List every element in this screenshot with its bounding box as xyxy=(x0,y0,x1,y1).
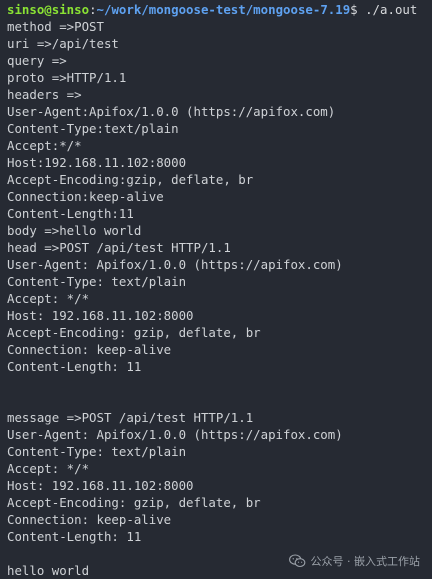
output-line xyxy=(7,392,343,409)
wechat-icon xyxy=(288,554,306,568)
output-line: method =>POST xyxy=(7,19,104,34)
prompt-command: ./a.out xyxy=(357,2,418,17)
output-line: Host: 192.168.11.102:8000 xyxy=(7,308,194,323)
output-line: Accept-Encoding:gzip, deflate, br xyxy=(7,172,254,187)
output-line: Content-Length:11 xyxy=(7,206,134,221)
output-line: Accept-Encoding: gzip, deflate, br xyxy=(7,325,261,340)
output-line: query => xyxy=(7,53,67,68)
output-line: Connection: keep-alive xyxy=(7,342,172,357)
output-line: proto =>HTTP/1.1 xyxy=(7,70,127,85)
output-line: Connection: keep-alive xyxy=(7,512,172,527)
prompt-path: ~/work/mongoose-test/mongoose-7.19 xyxy=(96,2,351,17)
output-line: head =>POST /api/test HTTP/1.1 xyxy=(7,240,231,255)
output-line: Content-Length: 11 xyxy=(7,359,142,374)
watermark-text: 公众号 · 嵌入式工作站 xyxy=(310,555,421,568)
output-line: Content-Type:text/plain xyxy=(7,121,179,136)
output-line: uri =>/api/test xyxy=(7,36,119,51)
output-line: Accept: */* xyxy=(7,461,90,476)
output-line: Host: 192.168.11.102:8000 xyxy=(7,478,194,493)
output-line: Accept-Encoding: gzip, deflate, br xyxy=(7,495,261,510)
output-line: Content-Length: 11 xyxy=(7,529,142,544)
output-line: body =>hello world xyxy=(7,223,142,238)
output-line: Connection:keep-alive xyxy=(7,189,164,204)
watermark: 公众号 · 嵌入式工作站 xyxy=(288,552,421,570)
output-line: User-Agent: Apifox/1.0.0 (https://apifox… xyxy=(7,427,343,442)
output-line: Accept:*/* xyxy=(7,138,82,153)
shell-prompt: sinso@sinso:~/work/mongoose-test/mongoos… xyxy=(7,1,417,18)
output-line: User-Agent: Apifox/1.0.0 (https://apifox… xyxy=(7,257,343,272)
output-line: Host:192.168.11.102:8000 xyxy=(7,155,187,170)
output-line xyxy=(7,375,343,392)
output-line: message =>POST /api/test HTTP/1.1 xyxy=(7,410,254,425)
terminal-window[interactable]: sinso@sinso:~/work/mongoose-test/mongoos… xyxy=(0,0,432,579)
prompt-sign: $ xyxy=(350,2,358,17)
output-line: Content-Type: text/plain xyxy=(7,274,187,289)
output-line: Accept: */* xyxy=(7,291,90,306)
output-line: headers => xyxy=(7,87,82,102)
prompt-user-host: sinso@sinso xyxy=(7,2,90,17)
output-line: User-Agent:Apifox/1.0.0 (https://apifox.… xyxy=(7,104,336,119)
output-line: Content-Type: text/plain xyxy=(7,444,187,459)
terminal-output: method =>POST uri =>/api/test query => prot… xyxy=(7,18,343,579)
prompt-colon: : xyxy=(89,2,97,17)
